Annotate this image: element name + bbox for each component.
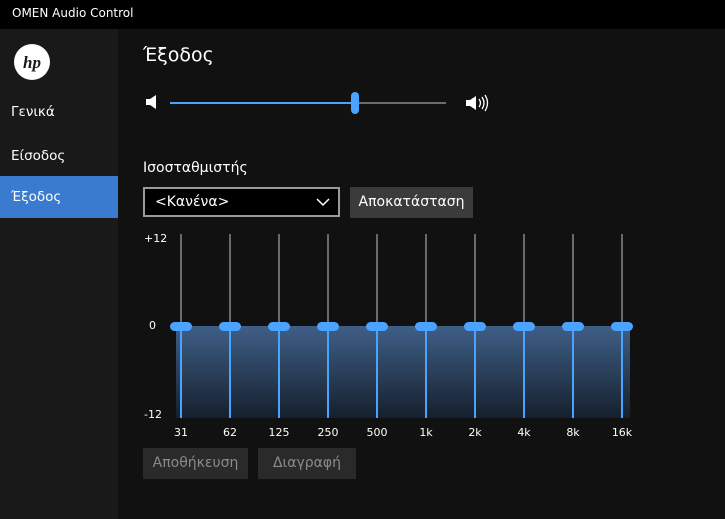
preset-value: <Κανένα>: [155, 194, 230, 210]
chevron-down-icon: [316, 198, 330, 207]
eq-band-fill: [327, 326, 329, 418]
sidebar-item-label: Έξοδος: [11, 189, 62, 205]
eq-band-fill: [572, 326, 574, 418]
eq-band-fill: [621, 326, 623, 418]
speaker-low-icon: [146, 95, 156, 109]
volume-slider[interactable]: [170, 92, 446, 114]
eq-band-frequency-label: 8k: [566, 426, 580, 439]
eq-band-thumb[interactable]: [415, 322, 437, 331]
title-bar: OMEN Audio Control: [0, 0, 725, 29]
eq-band-frequency-label: 250: [317, 426, 339, 439]
equalizer-label: Ισοσταθμιστής: [143, 160, 248, 176]
eq-band-frequency-label: 2k: [468, 426, 482, 439]
eq-band-frequency-label: 62: [223, 426, 237, 439]
eq-band-fill: [180, 326, 182, 418]
sidebar-item-input[interactable]: Είσοδος: [0, 135, 118, 177]
delete-button[interactable]: Διαγραφή: [258, 448, 356, 479]
eq-band-fill: [425, 326, 427, 418]
eq-band-thumb[interactable]: [219, 322, 241, 331]
eq-band-thumb[interactable]: [464, 322, 486, 331]
eq-band-fill: [278, 326, 280, 418]
eq-band-thumb[interactable]: [611, 322, 633, 331]
eq-band-thumb[interactable]: [268, 322, 290, 331]
eq-band-frequency-label: 500: [366, 426, 388, 439]
volume-row: [145, 90, 505, 116]
scale-zero-label: 0: [149, 319, 156, 332]
save-button[interactable]: Αποθήκευση: [143, 448, 248, 479]
eq-band-frequency-label: 4k: [517, 426, 531, 439]
eq-band-frequency-label: 16k: [611, 426, 633, 439]
eq-band-thumb[interactable]: [513, 322, 535, 331]
eq-band-thumb[interactable]: [366, 322, 388, 331]
sidebar-item-output[interactable]: Έξοδος: [0, 176, 118, 218]
eq-band-fill: [229, 326, 231, 418]
eq-band-fill: [474, 326, 476, 418]
eq-band-thumb[interactable]: [562, 322, 584, 331]
eq-band-frequency-label: 125: [268, 426, 290, 439]
reset-button[interactable]: Αποκατάσταση: [350, 187, 473, 218]
eq-band-thumb[interactable]: [317, 322, 339, 331]
scale-min-label: -12: [144, 408, 162, 421]
eq-band-thumb[interactable]: [170, 322, 192, 331]
scale-max-label: +12: [144, 232, 168, 245]
sidebar-item-label: Είσοδος: [11, 148, 66, 164]
hp-logo: hp: [14, 44, 50, 80]
eq-band-fill: [523, 326, 525, 418]
sidebar: hp Γενικά Είσοδος Έξοδος: [0, 29, 118, 519]
window-title: OMEN Audio Control: [12, 6, 134, 20]
preset-select[interactable]: <Κανένα>: [143, 187, 340, 217]
eq-band-frequency-label: 1k: [419, 426, 433, 439]
page-title: Έξοδος: [143, 44, 214, 66]
eq-band-fill: [376, 326, 378, 418]
volume-thumb[interactable]: [351, 92, 359, 114]
speaker-high-icon: [466, 94, 489, 112]
sidebar-item-label: Γενικά: [11, 104, 55, 120]
sidebar-item-general[interactable]: Γενικά: [0, 91, 118, 133]
svg-text:hp: hp: [23, 53, 41, 72]
volume-fill: [170, 102, 355, 104]
eq-band-frequency-label: 31: [174, 426, 188, 439]
